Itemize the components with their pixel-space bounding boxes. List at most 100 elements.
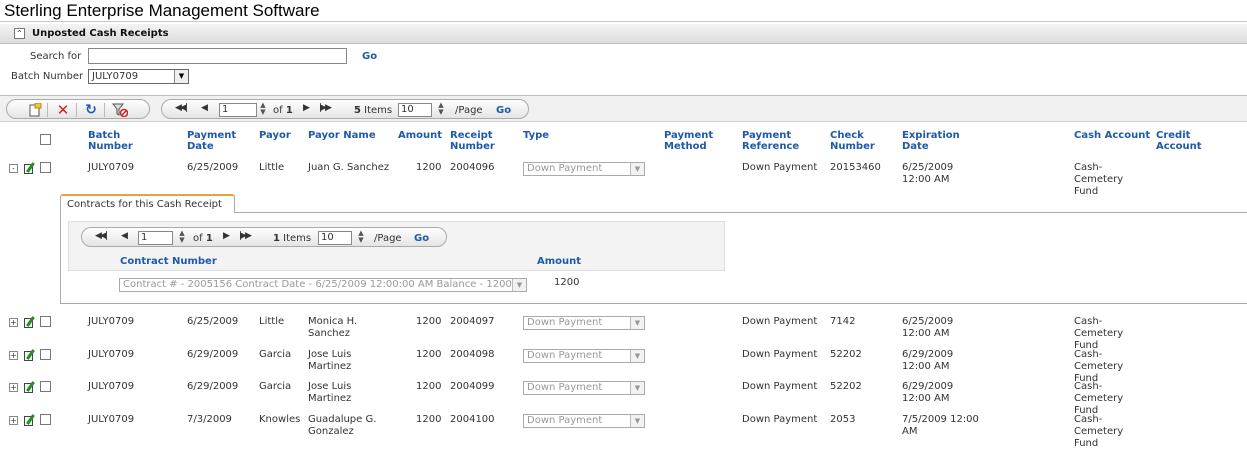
- col-expiration-date[interactable]: Expiration Date: [902, 130, 972, 152]
- chevron-down-icon[interactable]: ▼: [630, 350, 644, 362]
- cell-expiration-date: 7/5/2009 12:00 AM: [902, 414, 979, 437]
- page-size-spinner[interactable]: ▲ ▼: [436, 102, 446, 116]
- col-credit-account[interactable]: Credit Account: [1156, 130, 1216, 152]
- row-checkbox[interactable]: [40, 316, 51, 327]
- cell-payor-name: Monica H. Sanchez: [308, 316, 358, 339]
- detail-of-label: of: [193, 233, 203, 244]
- page-spinner[interactable]: ▲ ▼: [258, 102, 268, 116]
- collapse-icon[interactable]: ⌃: [14, 28, 25, 39]
- contract-select[interactable]: Contract # - 2005156 Contract Date - 6/2…: [119, 278, 527, 292]
- expand-row-button[interactable]: +: [9, 383, 18, 392]
- page-size-input[interactable]: 10: [398, 103, 432, 117]
- search-input[interactable]: [88, 48, 347, 64]
- expand-row-button[interactable]: +: [9, 351, 18, 360]
- col-payor[interactable]: Payor: [259, 130, 291, 141]
- col-payment-method[interactable]: Payment Method: [664, 130, 724, 152]
- detail-page-size-spinner[interactable]: ▲ ▼: [356, 230, 366, 244]
- cell-cash-account: Cash-Cemetery Fund: [1074, 381, 1124, 416]
- chevron-down-icon[interactable]: ▼: [630, 382, 644, 394]
- items-label: Items: [364, 105, 393, 116]
- grid-toolbar: ✕ ↻ ◀◀| ◀ 1 ▲ ▼ of 1 ▶ |▶▶ 5 Items 10 ▲ ▼ …: [0, 96, 1247, 122]
- search-go-link[interactable]: Go: [362, 51, 377, 62]
- col-receipt-number[interactable]: Receipt Number: [450, 130, 510, 152]
- collapse-row-button[interactable]: -: [9, 164, 18, 173]
- edit-icon[interactable]: [24, 414, 36, 426]
- row-checkbox[interactable]: [40, 349, 51, 360]
- clear-filter-icon[interactable]: [111, 103, 129, 118]
- row-checkbox[interactable]: [40, 381, 51, 392]
- chevron-down-icon[interactable]: ▼: [630, 163, 644, 175]
- cell-payor: Little: [259, 162, 285, 173]
- next-page-icon[interactable]: ▶: [303, 103, 310, 113]
- contract-amount: 1200: [554, 277, 580, 288]
- cell-check-number: 52202: [830, 381, 862, 392]
- cell-payor-name: Jose Luis Martinez: [308, 349, 352, 372]
- batch-select[interactable]: JULY0709 ▼: [88, 69, 189, 84]
- detail-items-label: Items: [283, 233, 312, 244]
- search-label: Search for: [30, 51, 82, 62]
- col-payment-date[interactable]: Payment Date: [187, 130, 247, 152]
- detail-items-count: 1: [273, 233, 280, 244]
- type-selected-value: Down Payment: [527, 350, 603, 361]
- chevron-down-icon[interactable]: ▼: [174, 70, 188, 83]
- col-payment-reference[interactable]: Payment Reference: [742, 130, 812, 152]
- select-all-checkbox[interactable]: [40, 134, 51, 145]
- cell-check-number: 52202: [830, 349, 862, 360]
- col-amount[interactable]: Amount: [398, 130, 442, 141]
- cell-amount: 1200: [416, 316, 442, 327]
- detail-page-size-input[interactable]: 10: [318, 231, 352, 245]
- delete-icon[interactable]: ✕: [55, 103, 71, 118]
- chevron-down-icon[interactable]: ▼: [630, 317, 644, 329]
- detail-page-spinner[interactable]: ▲ ▼: [177, 230, 187, 244]
- type-select[interactable]: Down Payment ▼: [523, 349, 645, 363]
- prev-page-icon[interactable]: ◀: [201, 103, 208, 113]
- tab-contracts[interactable]: Contracts for this Cash Receipt: [60, 194, 235, 213]
- cell-payor: Garcia: [259, 349, 292, 360]
- edit-icon[interactable]: [24, 381, 36, 393]
- cell-payor-name: Guadalupe G. Gonzalez: [308, 414, 377, 437]
- refresh-icon[interactable]: ↻: [83, 103, 99, 117]
- new-record-icon[interactable]: [27, 102, 43, 117]
- col-batch-number[interactable]: Batch Number: [88, 130, 168, 152]
- col-check-number[interactable]: Check Number: [830, 130, 885, 152]
- col-payor-name[interactable]: Payor Name: [308, 130, 376, 141]
- first-page-icon[interactable]: ◀◀|: [175, 103, 188, 113]
- type-select[interactable]: Down Payment ▼: [523, 316, 645, 330]
- pager-go-link[interactable]: Go: [496, 105, 511, 116]
- section-title: Unposted Cash Receipts: [32, 28, 169, 39]
- expand-row-button[interactable]: +: [9, 416, 18, 425]
- page-input[interactable]: 1: [219, 103, 257, 117]
- col-contract-number[interactable]: Contract Number: [120, 256, 217, 267]
- next-page-icon[interactable]: ▶: [223, 231, 230, 241]
- title-divider: [0, 21, 1247, 22]
- type-select[interactable]: Down Payment ▼: [523, 162, 645, 176]
- row-checkbox[interactable]: [40, 162, 51, 173]
- col-cash-account[interactable]: Cash Account: [1074, 130, 1150, 141]
- col-type[interactable]: Type: [523, 130, 549, 141]
- type-selected-value: Down Payment: [527, 163, 603, 174]
- chevron-down-icon[interactable]: ▼: [512, 279, 526, 291]
- type-select[interactable]: Down Payment ▼: [523, 414, 645, 428]
- cell-check-number: 20153460: [830, 162, 881, 173]
- type-select[interactable]: Down Payment ▼: [523, 381, 645, 395]
- edit-icon[interactable]: [24, 162, 36, 174]
- expand-row-button[interactable]: +: [9, 318, 18, 327]
- row-checkbox[interactable]: [40, 414, 51, 425]
- cell-expiration-date: 6/25/2009 12:00 AM: [902, 162, 954, 185]
- first-page-icon[interactable]: ◀◀|: [95, 231, 108, 241]
- col-contract-amount[interactable]: Amount: [537, 256, 581, 267]
- total-pages: 1: [285, 105, 293, 116]
- detail-go-link[interactable]: Go: [414, 233, 429, 244]
- cell-payor: Garcia: [259, 381, 292, 392]
- type-selected-value: Down Payment: [527, 382, 603, 393]
- last-page-icon[interactable]: |▶▶: [239, 231, 252, 241]
- prev-page-icon[interactable]: ◀: [121, 231, 128, 241]
- cell-receipt-number: 2004096: [450, 162, 495, 173]
- detail-page-input[interactable]: 1: [138, 231, 173, 245]
- chevron-down-icon[interactable]: ▼: [630, 415, 644, 427]
- edit-icon[interactable]: [24, 316, 36, 328]
- last-page-icon[interactable]: |▶▶: [319, 103, 332, 113]
- cell-batch-number: JULY0709: [88, 316, 135, 327]
- edit-icon[interactable]: [24, 349, 36, 361]
- cell-payment-reference: Down Payment: [742, 349, 818, 360]
